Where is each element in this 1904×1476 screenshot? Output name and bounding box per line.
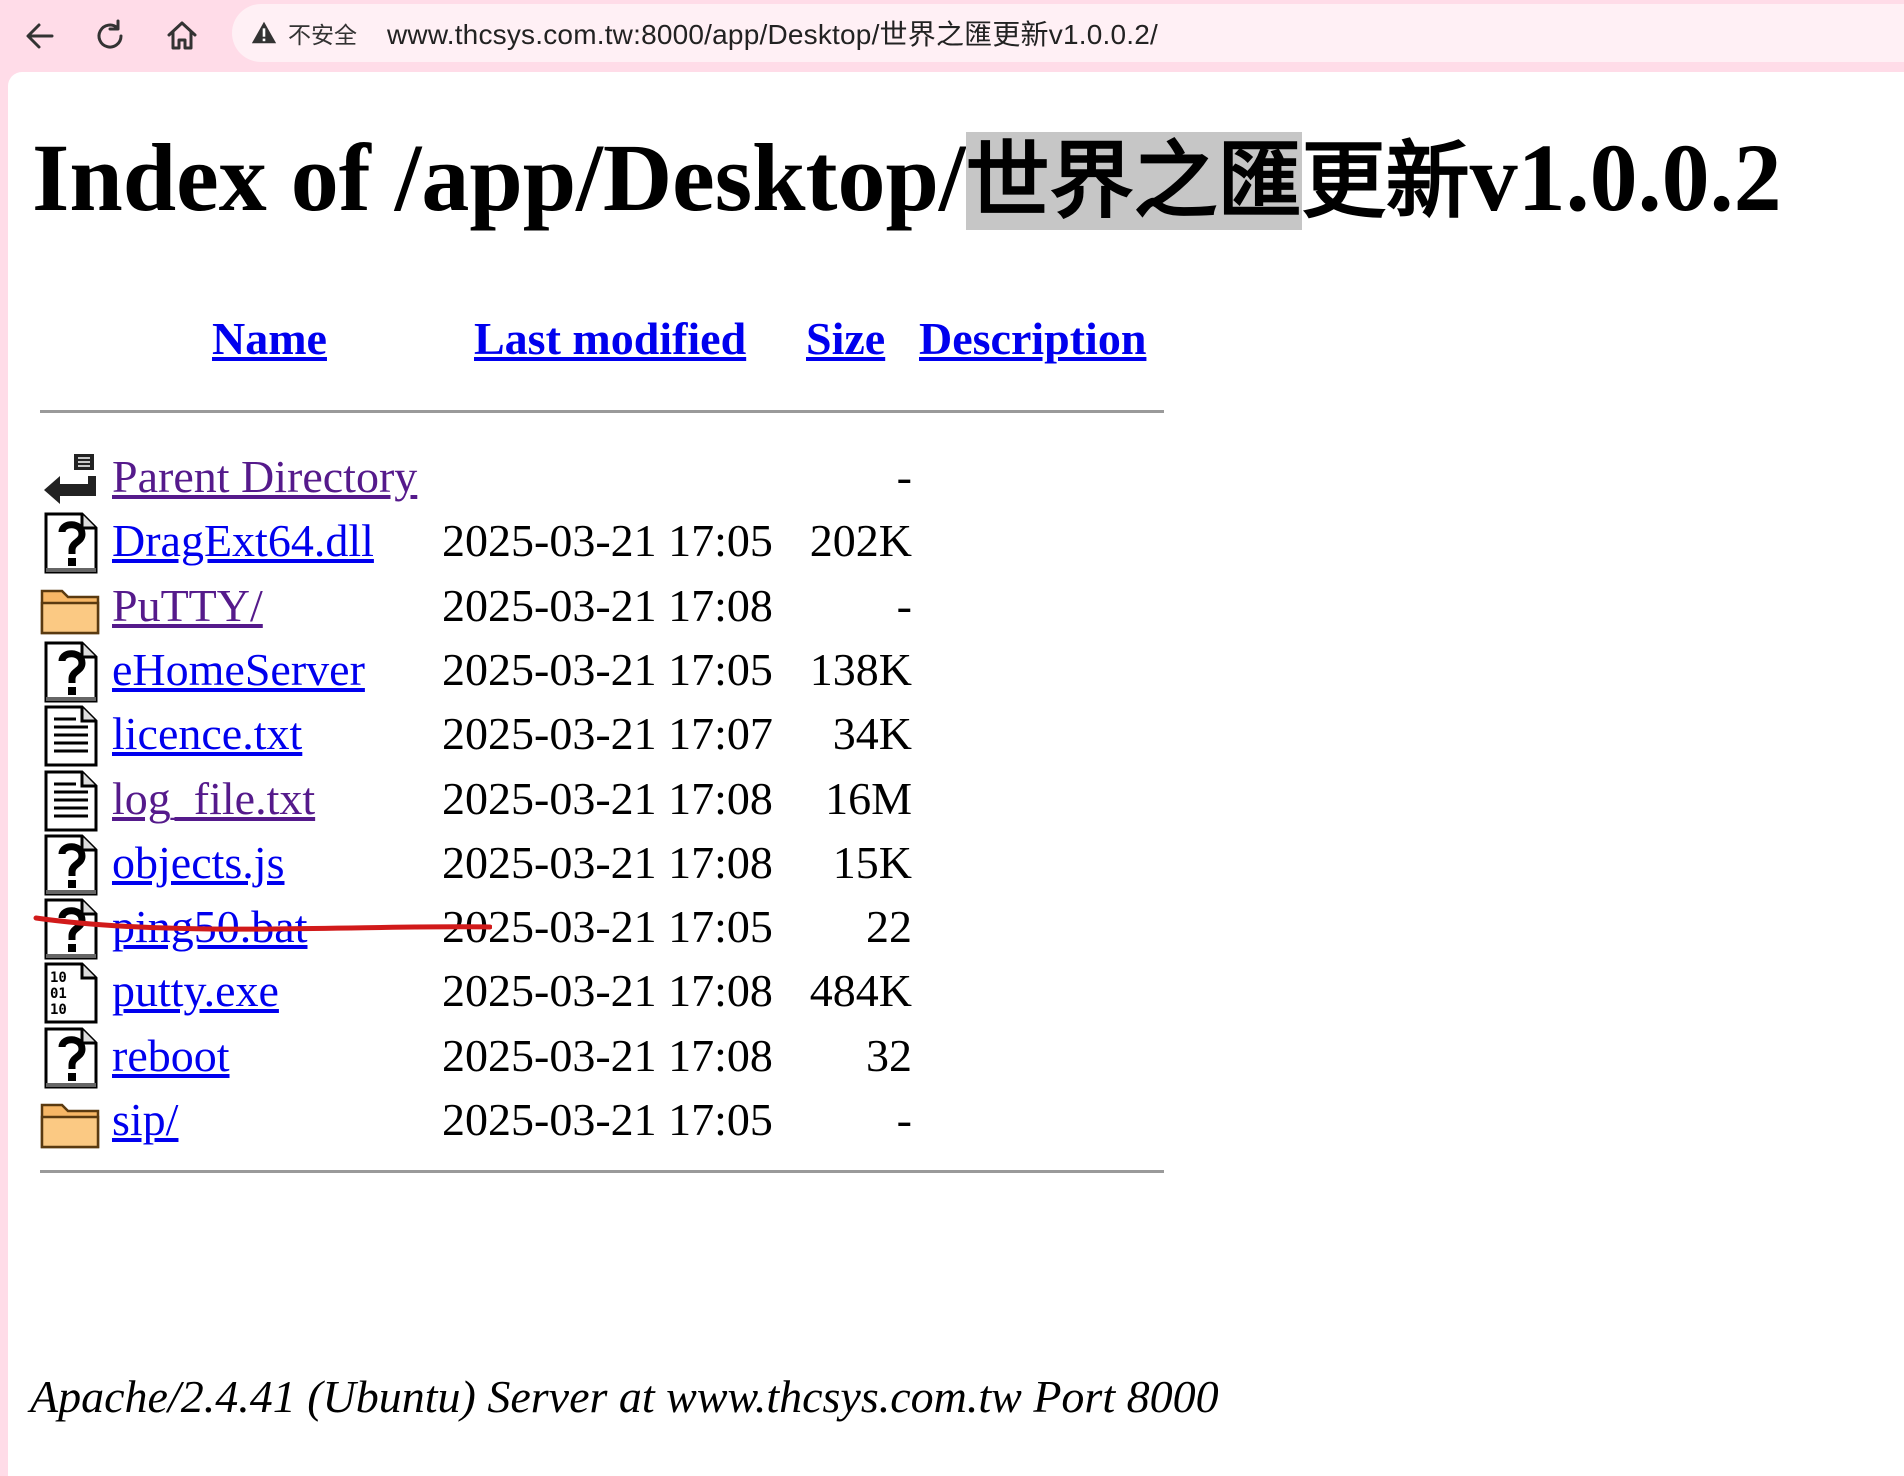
unknown-file-icon xyxy=(38,510,104,576)
page-viewport: Index of /app/Desktop/世界之匯更新v1.0.0.2 Nam… xyxy=(8,72,1904,1476)
size-cell: 22 xyxy=(866,901,912,953)
size-cell: - xyxy=(896,1094,912,1145)
file-link[interactable]: reboot xyxy=(112,1029,230,1082)
file-link[interactable]: Parent Directory xyxy=(112,450,417,503)
size-cell: 138K xyxy=(809,643,912,695)
file-link[interactable]: licence.txt xyxy=(112,707,302,760)
column-header-name[interactable]: Name xyxy=(212,312,327,365)
text-file-icon xyxy=(38,768,104,834)
text-file-icon xyxy=(38,703,104,769)
size-cell: 32 xyxy=(866,1029,912,1081)
last-modified-cell: 2025-03-21 17:08 xyxy=(442,772,773,824)
not-secure-label[interactable]: 不安全 xyxy=(288,16,357,50)
last-modified-cell: 2025-03-21 17:08 xyxy=(442,1029,773,1081)
unknown-file-icon xyxy=(38,1025,104,1091)
directory-listing: Name Last modified Size Description Pare… xyxy=(8,72,1904,1476)
file-link[interactable]: PuTTY/ xyxy=(112,579,263,632)
column-header-description[interactable]: Description xyxy=(919,312,1146,365)
back-arrow-icon xyxy=(26,23,54,49)
server-signature: Apache/2.4.41 (Ubuntu) Server at www.thc… xyxy=(30,1371,1219,1422)
home-button[interactable] xyxy=(156,10,208,62)
svg-text:10: 10 xyxy=(50,970,67,986)
last-modified-cell: 2025-03-21 17:05 xyxy=(442,901,773,953)
size-cell: 34K xyxy=(832,708,912,760)
svg-text:01: 01 xyxy=(50,986,67,1002)
address-bar[interactable]: 不安全 www.thcsys.com.tw:8000/app/Desktop/世… xyxy=(232,4,1904,62)
url-text[interactable]: www.thcsys.com.tw:8000/app/Desktop/世界之匯更… xyxy=(387,13,1158,53)
unknown-file-icon xyxy=(38,639,104,705)
bottom-divider xyxy=(40,1170,1164,1173)
size-cell: - xyxy=(896,451,912,502)
last-modified-cell: 2025-03-21 17:05 xyxy=(442,643,773,695)
binary-file-icon: 10 01 10 xyxy=(38,960,104,1026)
warning-icon[interactable] xyxy=(250,18,280,48)
last-modified-cell: 2025-03-21 17:08 xyxy=(442,836,773,888)
file-link[interactable]: log_file.txt xyxy=(112,772,315,825)
last-modified-cell: 2025-03-21 17:05 xyxy=(442,1094,773,1145)
file-link[interactable]: ping50.bat xyxy=(112,900,307,953)
folder-icon xyxy=(38,1089,104,1155)
unknown-file-icon xyxy=(38,896,104,962)
unknown-file-icon xyxy=(38,832,104,898)
column-header-size[interactable]: Size xyxy=(806,312,885,365)
browser-toolbar: 不安全 www.thcsys.com.tw:8000/app/Desktop/世… xyxy=(0,0,1904,72)
file-link[interactable]: DragExt64.dll xyxy=(112,514,374,567)
column-header-last-modified[interactable]: Last modified xyxy=(474,312,746,365)
table-row: sip/2025-03-21 17:05 - xyxy=(8,1085,1208,1163)
file-link[interactable]: putty.exe xyxy=(112,964,279,1017)
folder-icon xyxy=(38,575,104,641)
file-link[interactable]: eHomeServer xyxy=(112,643,365,696)
home-icon xyxy=(167,21,197,50)
size-cell: - xyxy=(896,579,912,631)
top-divider xyxy=(40,410,1164,413)
size-cell: 484K xyxy=(809,965,912,1017)
size-cell: 15K xyxy=(832,836,912,888)
back-button[interactable] xyxy=(14,10,66,62)
reload-button[interactable] xyxy=(84,10,136,62)
file-link[interactable]: sip/ xyxy=(112,1093,178,1146)
file-link[interactable]: objects.js xyxy=(112,836,284,889)
back-icon xyxy=(38,446,104,512)
last-modified-cell: 2025-03-21 17:05 xyxy=(442,515,773,567)
size-cell: 202K xyxy=(809,515,912,567)
svg-text:10: 10 xyxy=(50,1002,67,1018)
last-modified-cell: 2025-03-21 17:08 xyxy=(442,965,773,1017)
size-cell: 16M xyxy=(825,772,912,824)
last-modified-cell: 2025-03-21 17:08 xyxy=(442,579,773,631)
reload-icon xyxy=(97,19,123,49)
last-modified-cell: 2025-03-21 17:07 xyxy=(442,708,773,760)
